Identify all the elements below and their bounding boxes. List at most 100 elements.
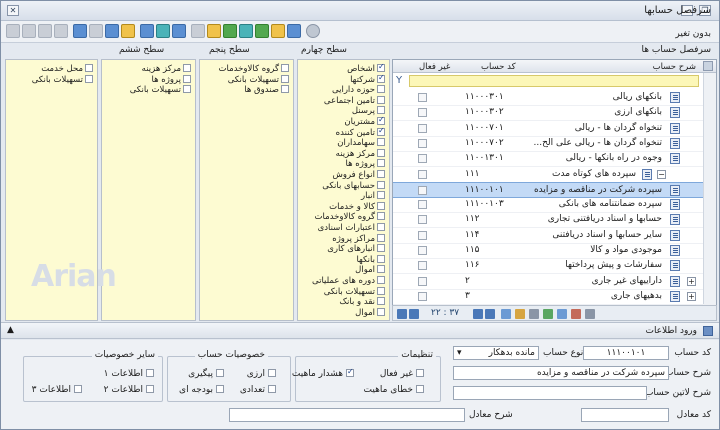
import-icon[interactable] — [255, 24, 269, 38]
quantity-checkbox[interactable]: تعدادی — [240, 385, 276, 395]
cancel-icon[interactable] — [54, 24, 68, 38]
export-grid-icon[interactable] — [543, 309, 553, 319]
inactive-cell-checkbox[interactable] — [418, 246, 427, 255]
latin-desc-field[interactable] — [453, 386, 647, 400]
grid-filter-row[interactable] — [409, 75, 699, 87]
approve-icon[interactable] — [223, 24, 237, 38]
level5-item[interactable]: صندوق ها — [244, 85, 289, 95]
filter-toggle-icon[interactable] — [529, 309, 539, 319]
folder-icon[interactable] — [271, 24, 285, 38]
level4-item-checkbox[interactable] — [377, 126, 385, 136]
level4-item-checkbox[interactable] — [377, 73, 385, 83]
collapse-node-icon[interactable]: − — [657, 169, 666, 179]
level4-item[interactable]: تامین اجتماعی — [324, 95, 385, 106]
level6-item[interactable]: مرکز هزینه — [142, 64, 191, 74]
group-icon[interactable] — [585, 309, 595, 319]
grid-settings-icon[interactable] — [703, 61, 713, 71]
level6-item-checkbox[interactable] — [183, 64, 191, 72]
level4-item-checkbox[interactable] — [377, 201, 385, 210]
currency-checkbox[interactable]: ارزی — [247, 369, 276, 379]
level4-item[interactable]: مراکز پروژه — [332, 233, 385, 244]
refresh-icon[interactable] — [73, 24, 87, 38]
level4-item-checkbox[interactable] — [377, 138, 385, 147]
followup-checkbox-box[interactable] — [216, 369, 224, 377]
delete-icon[interactable] — [38, 24, 52, 38]
gear-icon[interactable] — [306, 24, 320, 38]
pen-icon[interactable] — [191, 24, 205, 38]
level4-item-checkbox[interactable] — [377, 95, 385, 104]
edit-icon[interactable] — [207, 24, 221, 38]
followup-checkbox[interactable]: پیگیری — [188, 369, 224, 379]
inactive-cell-checkbox[interactable] — [418, 108, 427, 118]
level5-item[interactable]: گروه کالاوخدمات — [219, 64, 289, 74]
level4-item[interactable]: انبارهای کاری — [327, 244, 385, 254]
table-row[interactable]: سفارشات و پیش پرداختها ۱۱۶ — [393, 258, 716, 275]
table-row[interactable]: + داراییهای غیر جاری ۲ — [393, 274, 716, 290]
level4-item-checkbox[interactable] — [377, 85, 385, 94]
table-row[interactable]: + بدهیهای جاری ۳ — [393, 289, 716, 305]
level4-item[interactable]: بانکها — [356, 254, 385, 265]
level7-item-checkbox[interactable] — [85, 74, 93, 83]
equiv-desc-field[interactable] — [229, 408, 465, 422]
inactive-cell-checkbox[interactable] — [418, 93, 427, 102]
level6-item-checkbox[interactable] — [183, 85, 191, 94]
level4-item-checkbox[interactable] — [377, 170, 385, 178]
expand-node-icon[interactable]: + — [687, 291, 696, 301]
collapse-icon[interactable]: ▲ — [7, 325, 14, 335]
nature-error-checkbox-box[interactable] — [416, 385, 424, 393]
level4-item-checkbox[interactable] — [377, 244, 385, 253]
level7-item[interactable]: محل خدمت — [41, 64, 93, 74]
desc-field[interactable]: سپرده شرکت در مناقصه و مزایده — [453, 366, 669, 380]
info1-checkbox-box[interactable] — [146, 369, 154, 377]
copy-icon[interactable] — [105, 24, 119, 38]
expand-node-icon[interactable]: + — [687, 276, 696, 286]
list-view-icon[interactable] — [501, 309, 511, 319]
level4-item-checkbox[interactable] — [377, 115, 385, 125]
level4-item-checkbox[interactable] — [377, 307, 385, 316]
level4-item[interactable]: پروژه ها — [346, 159, 385, 169]
equiv-code-field[interactable] — [581, 408, 669, 422]
level4-item[interactable]: تامین کننده — [336, 126, 385, 138]
paste-icon[interactable] — [121, 24, 135, 38]
level4-item-checkbox[interactable] — [377, 297, 385, 306]
budget-checkbox[interactable]: بودجه ای — [179, 385, 224, 395]
print-grid-icon[interactable] — [557, 309, 567, 319]
close-window-button[interactable]: ✕ — [7, 5, 19, 16]
level4-item[interactable]: گروه کالاوخدمات — [315, 212, 385, 222]
level5-item[interactable]: تسهیلات بانکی — [228, 74, 289, 85]
level4-item-checkbox[interactable] — [377, 223, 385, 231]
level4-item-checkbox[interactable] — [377, 276, 385, 284]
level4-item-checkbox[interactable] — [377, 180, 385, 189]
col-name-header[interactable]: شرح حساب — [653, 62, 696, 72]
type-select[interactable]: مانده بدهکار ▾ — [453, 346, 539, 360]
filter-icon[interactable]: Y — [396, 75, 402, 86]
table-row[interactable]: حسابها و اسناد دریافتنی تجاری ۱۱۲ — [393, 212, 716, 229]
budget-checkbox-box[interactable] — [216, 385, 224, 393]
nature-warning-checkbox-box[interactable] — [346, 367, 354, 377]
inactive-cell-checkbox[interactable] — [418, 138, 427, 148]
inactive-cell-checkbox[interactable] — [418, 291, 427, 301]
info2-checkbox[interactable]: اطلاعات ۲ — [104, 385, 154, 395]
level6-item[interactable]: پروژه ها — [152, 74, 191, 85]
inactive-cell-checkbox[interactable] — [418, 261, 427, 271]
prev-record-icon[interactable] — [409, 309, 419, 319]
export-icon[interactable] — [239, 24, 253, 38]
grid-icon[interactable] — [172, 24, 186, 38]
level4-item[interactable]: حوزه دارایی — [332, 85, 385, 95]
table-row[interactable]: − سپرده های کوتاه مدت ۱۱۱ — [393, 167, 716, 183]
level4-item[interactable]: مرکز هزینه — [336, 148, 385, 159]
level6-item[interactable]: تسهیلات بانکی — [130, 85, 191, 95]
level4-item[interactable]: تسهیلات بانکی — [324, 286, 385, 297]
level4-item[interactable]: نقد و بانک — [339, 297, 385, 307]
level4-item-checkbox[interactable] — [377, 106, 385, 115]
table-row[interactable]: سپرده شرکت در مناقصه و مزایده ۱۱۱۰۰۱۰۱ — [393, 181, 716, 198]
level4-item-checkbox[interactable] — [377, 191, 385, 200]
new-icon[interactable] — [6, 24, 20, 38]
currency-checkbox-box[interactable] — [268, 369, 276, 377]
level5-item-checkbox[interactable] — [281, 74, 289, 83]
table-row[interactable]: بانکهای ارزی ۱۱۰۰۰۳۰۲ — [393, 105, 716, 122]
table-row[interactable]: وجوه در راه بانکها - ریالی ۱۱۰۰۱۳۰۱ — [393, 151, 716, 168]
level4-item[interactable]: کالا و خدمات — [329, 201, 385, 212]
level6-item-checkbox[interactable] — [183, 74, 191, 83]
columns-icon[interactable] — [571, 309, 581, 319]
